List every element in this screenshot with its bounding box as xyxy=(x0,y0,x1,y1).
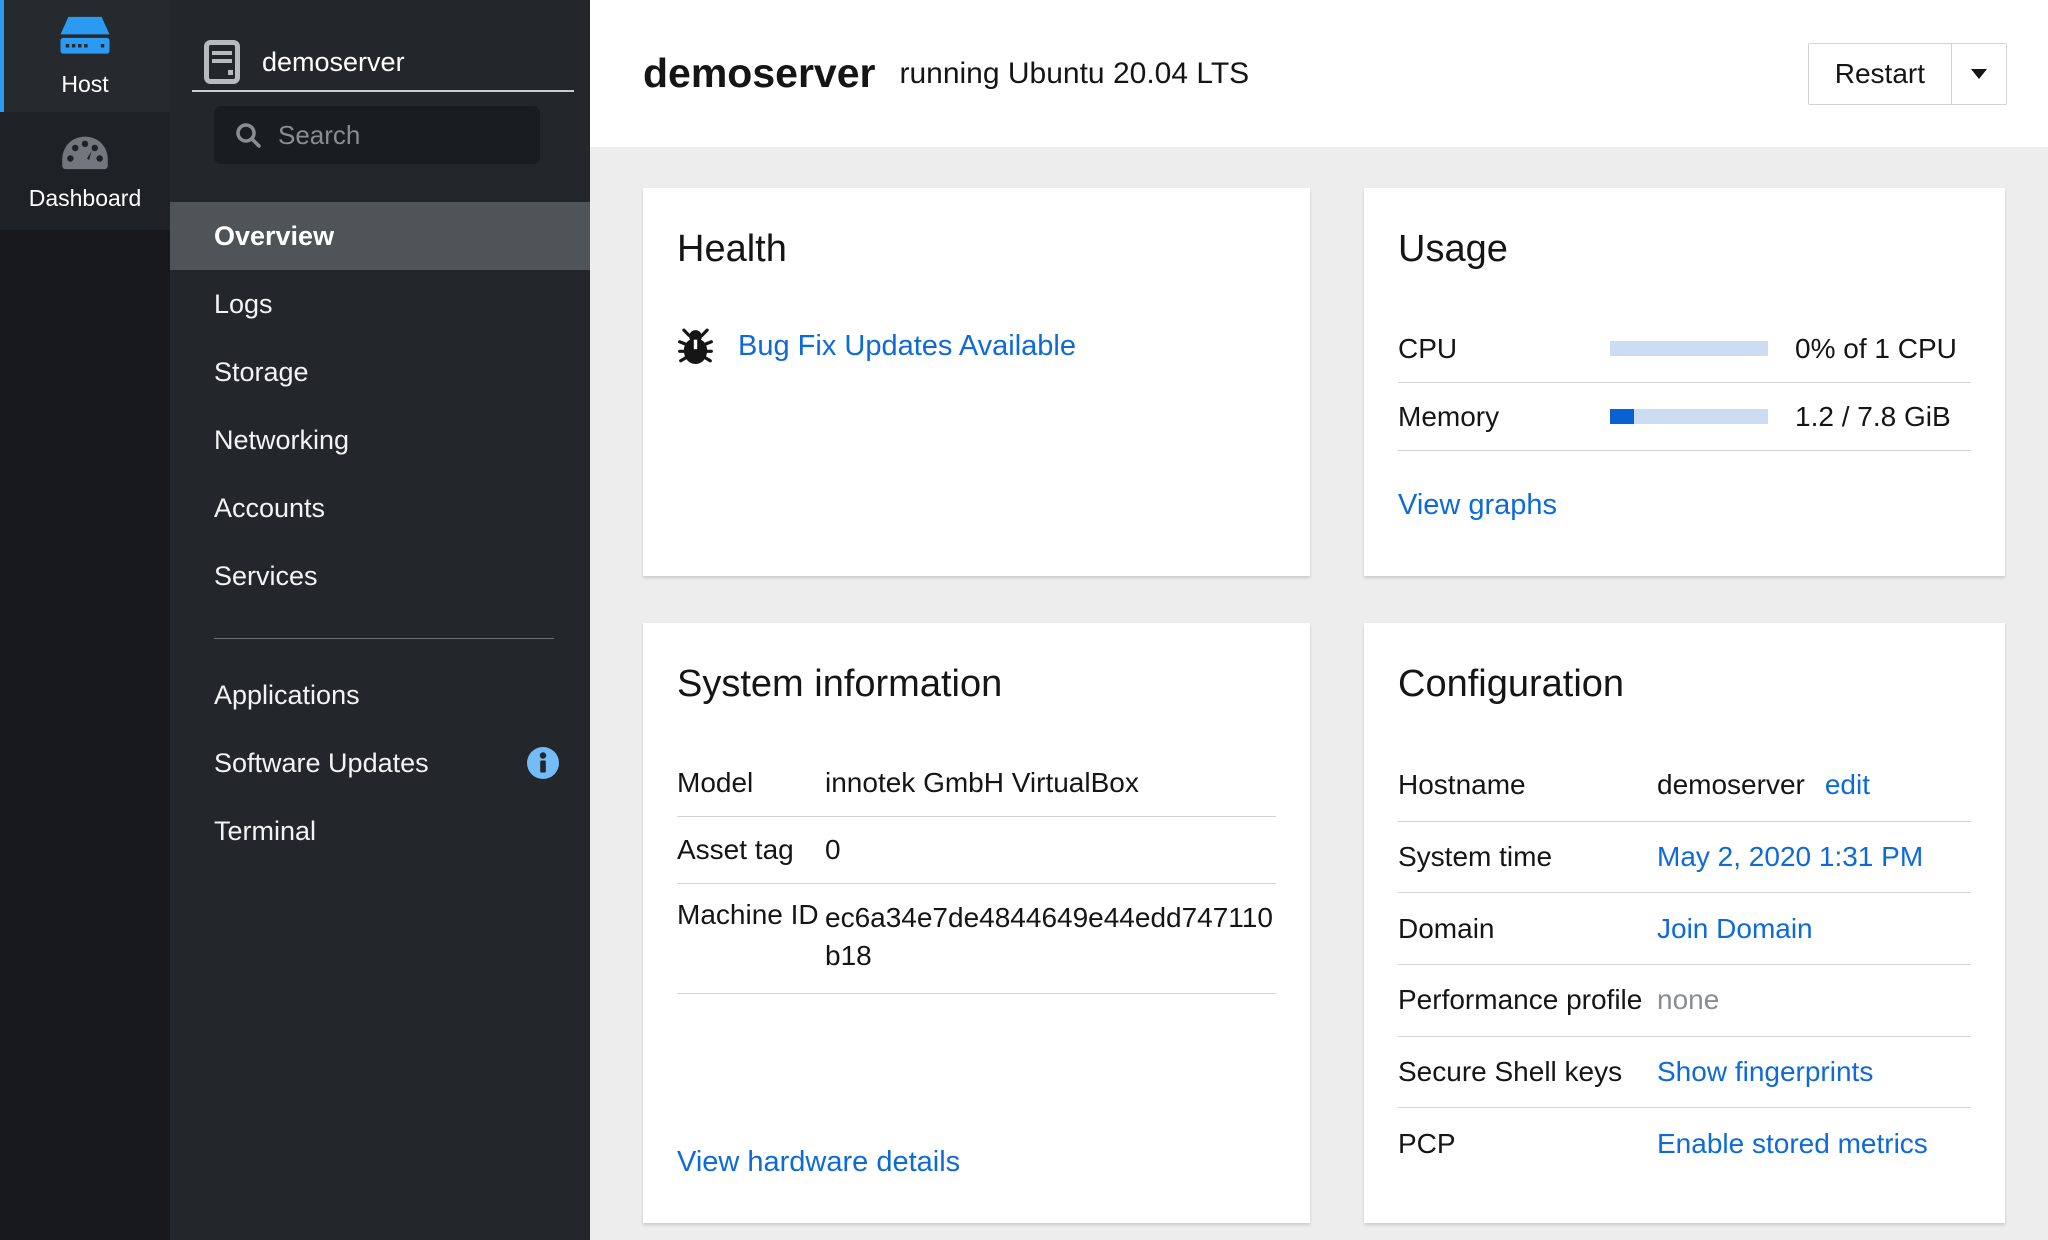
sidebar-divider xyxy=(192,90,574,92)
view-graphs-link[interactable]: View graphs xyxy=(1398,489,1557,522)
hostname-label: Hostname xyxy=(1398,769,1657,801)
asset-tag-label: Asset tag xyxy=(677,834,825,866)
bug-fix-updates-link[interactable]: Bug Fix Updates Available xyxy=(738,330,1076,363)
memory-progress-fill xyxy=(1610,409,1634,424)
model-row: Model innotek GmbH VirtualBox xyxy=(677,750,1276,817)
memory-progressbar xyxy=(1610,409,1768,424)
performance-profile-row: Performance profile none xyxy=(1398,965,1971,1037)
secure-shell-keys-row: Secure Shell keys Show fingerprints xyxy=(1398,1037,1971,1109)
pcp-row: PCP Enable stored metrics xyxy=(1398,1108,1971,1179)
gauge-icon xyxy=(59,131,111,173)
hostname-edit-link[interactable]: edit xyxy=(1825,769,1870,801)
secure-shell-keys-label: Secure Shell keys xyxy=(1398,1056,1657,1088)
cpu-progressbar xyxy=(1610,341,1768,356)
show-fingerprints-link[interactable]: Show fingerprints xyxy=(1657,1056,1971,1088)
overview-content: Health Bug Fix Updates Available xyxy=(590,147,2048,1240)
domain-row: Domain Join Domain xyxy=(1398,893,1971,965)
performance-profile-label: Performance profile xyxy=(1398,984,1657,1016)
rail-item-label: Host xyxy=(61,71,108,98)
machine-sidebar: demoserver Overview Logs Storage Network… xyxy=(170,0,590,1240)
performance-profile-value: none xyxy=(1657,984,1971,1016)
memory-label: Memory xyxy=(1398,401,1610,433)
page-title: demoserver xyxy=(643,50,875,97)
hostname-row: Hostname demoserver edit xyxy=(1398,750,1971,822)
system-information-title: System information xyxy=(677,663,1276,706)
view-hardware-details-link[interactable]: View hardware details xyxy=(677,1146,960,1179)
page-header: demoserver running Ubuntu 20.04 LTS Rest… xyxy=(590,0,2048,147)
host-switcher-rail: Host Dashboard xyxy=(0,0,170,1240)
chevron-down-icon xyxy=(1970,68,1988,80)
sidebar-nav-secondary: Applications Software Updates Terminal xyxy=(170,661,590,865)
restart-dropdown-toggle[interactable] xyxy=(1952,44,2006,104)
asset-tag-value: 0 xyxy=(825,831,1276,869)
join-domain-link[interactable]: Join Domain xyxy=(1657,913,1971,945)
health-item: Bug Fix Updates Available xyxy=(677,327,1276,365)
sidebar-item-software-updates[interactable]: Software Updates xyxy=(170,729,590,797)
restart-split-button: Restart xyxy=(1808,43,2007,105)
server-name: demoserver xyxy=(262,47,405,78)
info-badge-icon xyxy=(526,746,560,780)
sidebar-item-accounts[interactable]: Accounts xyxy=(170,474,590,542)
sidebar-item-label: Software Updates xyxy=(214,748,429,779)
sidebar-item-terminal[interactable]: Terminal xyxy=(170,797,590,865)
enable-stored-metrics-link[interactable]: Enable stored metrics xyxy=(1657,1128,1971,1160)
sidebar-nav: Overview Logs Storage Networking Account… xyxy=(170,202,590,610)
hostname-value: demoserver xyxy=(1657,769,1805,801)
search-box[interactable] xyxy=(214,106,540,164)
sidebar-item-services[interactable]: Services xyxy=(170,542,590,610)
system-time-row: System time May 2, 2020 1:31 PM xyxy=(1398,822,1971,894)
asset-tag-row: Asset tag 0 xyxy=(677,817,1276,884)
restart-button[interactable]: Restart xyxy=(1809,44,1952,104)
pcp-label: PCP xyxy=(1398,1128,1657,1160)
usage-card-title: Usage xyxy=(1398,228,1971,271)
search-input[interactable] xyxy=(276,119,510,152)
bug-icon xyxy=(677,327,714,365)
machine-id-label: Machine ID xyxy=(677,899,825,931)
search-icon xyxy=(234,121,262,149)
server-tower-icon xyxy=(204,40,240,84)
os-subtitle: running Ubuntu 20.04 LTS xyxy=(899,57,1249,91)
configuration-title: Configuration xyxy=(1398,663,1971,706)
health-card-title: Health xyxy=(677,228,1276,271)
memory-value: 1.2 / 7.8 GiB xyxy=(1768,401,1971,433)
sidebar-item-storage[interactable]: Storage xyxy=(170,338,590,406)
rail-filler xyxy=(0,230,170,1240)
sidebar-item-networking[interactable]: Networking xyxy=(170,406,590,474)
usage-card: Usage CPU 0% of 1 CPU Memory 1.2 / 7.8 G… xyxy=(1364,188,2005,576)
cpu-usage-row: CPU 0% of 1 CPU xyxy=(1398,315,1971,383)
system-time-link[interactable]: May 2, 2020 1:31 PM xyxy=(1657,841,1971,873)
cpu-value: 0% of 1 CPU xyxy=(1768,333,1971,365)
sidebar-item-applications[interactable]: Applications xyxy=(170,661,590,729)
rail-item-dashboard[interactable]: Dashboard xyxy=(0,112,170,230)
health-card: Health Bug Fix Updates Available xyxy=(643,188,1310,576)
sidebar-item-logs[interactable]: Logs xyxy=(170,270,590,338)
cpu-label: CPU xyxy=(1398,333,1610,365)
machine-id-row: Machine ID ec6a34e7de4844649e44edd747110… xyxy=(677,884,1276,994)
model-value: innotek GmbH VirtualBox xyxy=(825,764,1276,802)
sidebar-server-title: demoserver xyxy=(170,0,590,90)
rail-item-host[interactable]: Host xyxy=(0,0,170,112)
domain-label: Domain xyxy=(1398,913,1657,945)
machine-id-value: ec6a34e7de4844649e44edd747110b18 xyxy=(825,899,1276,975)
system-information-card: System information Model innotek GmbH Vi… xyxy=(643,623,1310,1223)
configuration-card: Configuration Hostname demoserver edit S… xyxy=(1364,623,2005,1223)
server-icon xyxy=(57,15,113,59)
sidebar-item-overview[interactable]: Overview xyxy=(170,202,590,270)
main-area: demoserver running Ubuntu 20.04 LTS Rest… xyxy=(590,0,2048,1240)
model-label: Model xyxy=(677,767,825,799)
nav-section-divider xyxy=(214,638,554,639)
system-time-label: System time xyxy=(1398,841,1657,873)
memory-usage-row: Memory 1.2 / 7.8 GiB xyxy=(1398,383,1971,451)
rail-item-label: Dashboard xyxy=(29,185,142,212)
